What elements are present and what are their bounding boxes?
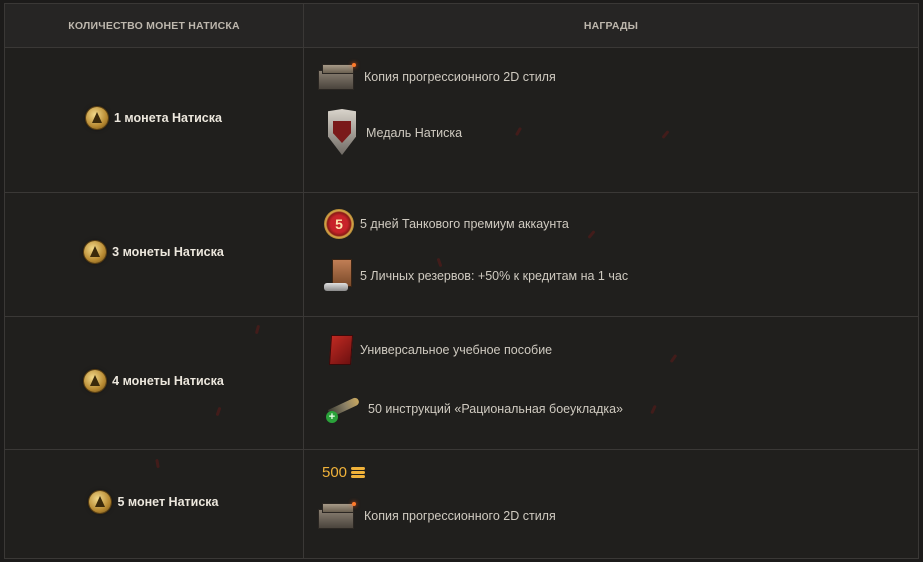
gold-reward: 500: [304, 464, 918, 481]
ammo-instruction-icon: +: [324, 393, 362, 425]
coins-cell: 3 монеты Натиска: [4, 192, 304, 317]
reward-text: 5 Личных резервов: +50% к кредитам на 1 …: [360, 269, 629, 283]
header-coins: КОЛИЧЕСТВО МОНЕТ НАТИСКА: [4, 3, 304, 48]
chest-icon: [314, 501, 358, 531]
reward-item: 5 5 дней Танкового премиум аккаунта: [304, 209, 918, 239]
chest-icon: [314, 62, 358, 92]
personal-reserve-icon: [324, 259, 354, 293]
table-header-row: КОЛИЧЕСТВО МОНЕТ НАТИСКА НАГРАДЫ: [4, 3, 919, 48]
reward-item: Копия прогрессионного 2D стиля: [304, 62, 918, 92]
rewards-cell: 5 5 дней Танкового премиум аккаунта 5 Ли…: [303, 192, 919, 317]
reward-text: 50 инструкций «Рациональная боеукладка»: [368, 402, 624, 416]
reward-item: Копия прогрессионного 2D стиля: [304, 501, 918, 531]
coins-cell: 4 монеты Натиска: [4, 316, 304, 450]
reward-text: Универсальное учебное пособие: [360, 343, 553, 357]
reward-item: + 50 инструкций «Рациональная боеукладка…: [304, 393, 918, 425]
onslaught-coin-icon: [86, 106, 108, 129]
training-manual-icon: [326, 335, 354, 365]
medal-icon: [324, 107, 360, 159]
coins-label: 3 монеты Натиска: [112, 245, 224, 259]
table-row: 5 монет Натиска 500 Копия прогрессионног…: [4, 449, 919, 559]
reward-text: Копия прогрессионного 2D стиля: [364, 509, 556, 523]
coins-label: 4 монеты Натиска: [112, 373, 224, 388]
reward-item: Универсальное учебное пособие: [304, 335, 918, 365]
rewards-cell: Копия прогрессионного 2D стиля Медаль На…: [303, 47, 919, 193]
reward-item: 5 Личных резервов: +50% к кредитам на 1 …: [304, 259, 918, 293]
coins-label: 1 монета Натиска: [114, 110, 222, 125]
reward-item: Медаль Натиска: [304, 107, 918, 159]
onslaught-coin-icon: [84, 369, 107, 392]
rewards-cell: Универсальное учебное пособие + 50 инстр…: [303, 316, 919, 450]
onslaught-coin-icon: [84, 241, 107, 263]
gold-icon: [351, 466, 366, 479]
rewards-cell: 500 Копия прогрессионного 2D стиля: [303, 449, 919, 559]
gold-amount: 500: [322, 464, 348, 481]
reward-text: 5 дней Танкового премиум аккаунта: [360, 217, 569, 231]
rewards-table: КОЛИЧЕСТВО МОНЕТ НАТИСКА НАГРАДЫ 1 монет…: [4, 3, 919, 559]
table-row: 4 монеты Натиска Универсальное учебное п…: [4, 316, 919, 450]
onslaught-coin-icon: [89, 490, 112, 513]
premium-5-days-icon: 5: [324, 209, 354, 239]
coins-label: 5 монет Натиска: [117, 494, 219, 509]
coins-cell: 1 монета Натиска: [4, 47, 304, 193]
table-row: 1 монета Натиска Копия прогрессионного 2…: [4, 47, 919, 193]
table-row: 3 монеты Натиска 5 5 дней Танкового прем…: [4, 192, 919, 317]
header-rewards: НАГРАДЫ: [303, 3, 919, 48]
coins-cell: 5 монет Натиска: [4, 449, 304, 559]
reward-text: Медаль Натиска: [366, 126, 463, 140]
reward-text: Копия прогрессионного 2D стиля: [364, 70, 556, 84]
